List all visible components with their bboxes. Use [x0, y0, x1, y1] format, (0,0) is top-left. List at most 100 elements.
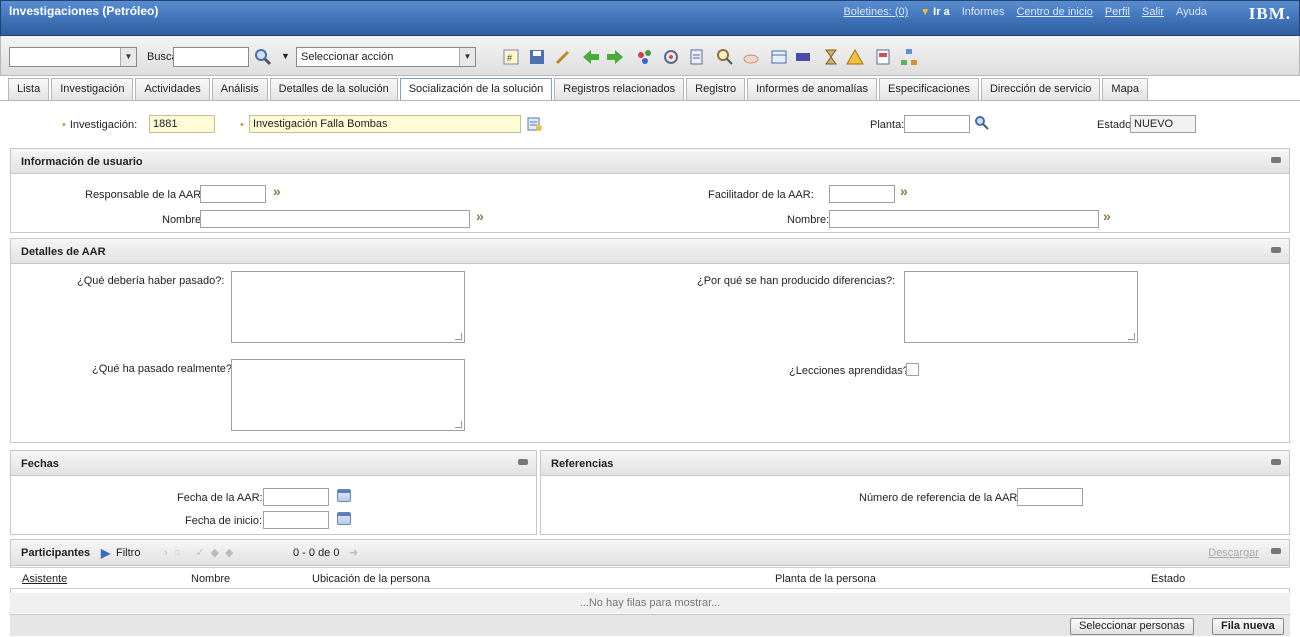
filter-arrow-icon[interactable]: ▶ — [101, 546, 110, 560]
plant-field[interactable] — [904, 115, 970, 133]
tab-informes-anomalias[interactable]: Informes de anomalías — [747, 78, 877, 100]
tab-actividades[interactable]: Actividades — [135, 78, 210, 100]
facilitator-field[interactable] — [829, 185, 895, 203]
aar-date-field[interactable] — [263, 488, 329, 506]
grid-icon[interactable] — [769, 47, 789, 67]
toolbar: ▼ Buscar: ▼ Seleccionar acción ▼ # — [0, 36, 1300, 76]
collapse-icon[interactable] — [1271, 548, 1281, 554]
tab-analisis[interactable]: Análisis — [211, 78, 268, 100]
report-icon[interactable] — [687, 47, 707, 67]
search-input[interactable] — [173, 47, 249, 67]
dates-title: Fechas — [21, 458, 59, 470]
calendar-icon[interactable] — [337, 512, 351, 525]
query-select[interactable]: ▼ — [9, 47, 137, 67]
participants-title: Participantes — [21, 547, 91, 559]
participants-header: Participantes ▶ Filtro ›○ ✓◆◆ 0 - 0 de 0… — [11, 540, 1289, 566]
next-record-icon[interactable] — [605, 47, 625, 67]
workflow-icon[interactable] — [635, 47, 655, 67]
facilitator-label: Facilitador de la AAR: — [708, 189, 814, 201]
investigation-field[interactable]: 1881 — [149, 115, 215, 133]
attachment-icon[interactable] — [741, 47, 761, 67]
tab-registro[interactable]: Registro — [686, 78, 746, 100]
new-record-icon[interactable]: # — [501, 47, 521, 67]
action-select[interactable]: Seleccionar acción ▼ — [296, 47, 476, 67]
hierarchy-icon[interactable] — [899, 47, 919, 67]
logout-link[interactable]: Salir — [1142, 6, 1164, 18]
goto-label: Ir a — [933, 6, 950, 18]
detail-menu-icon[interactable]: » — [1103, 208, 1111, 224]
aar-date-label: Fecha de la AAR: — [177, 492, 263, 504]
responsible-name-field[interactable] — [200, 210, 470, 228]
filter-label[interactable]: Filtro — [116, 547, 140, 559]
description-field[interactable]: Investigación Falla Bombas — [249, 115, 521, 133]
actually-happened-textarea[interactable] — [231, 359, 465, 431]
differences-textarea[interactable] — [904, 271, 1138, 343]
responsible-field[interactable] — [200, 185, 266, 203]
detail-menu-icon[interactable]: » — [273, 183, 281, 199]
long-description-icon[interactable] — [527, 116, 543, 132]
column-status[interactable]: Estado — [1151, 573, 1185, 585]
barcode-icon[interactable] — [793, 47, 813, 67]
tab-investigacion[interactable]: Investigación — [51, 78, 134, 100]
status-field: NUEVO — [1130, 115, 1196, 133]
profile-link[interactable]: Perfil — [1105, 6, 1130, 18]
goto-menu[interactable]: ▼ Ir a — [920, 6, 949, 18]
column-attendee[interactable]: Asistente — [22, 573, 67, 585]
tab-detalles-solucion[interactable]: Detalles de la solución — [269, 78, 398, 100]
detail-menu-icon[interactable]: » — [476, 208, 484, 224]
app-title: Investigaciones (Petróleo) — [9, 4, 159, 18]
dates-header[interactable]: Fechas — [11, 451, 536, 476]
column-person-location[interactable]: Ubicación de la persona — [312, 573, 430, 585]
lessons-learned-label: ¿Lecciones aprendidas? — [789, 365, 909, 377]
zoom-icon[interactable] — [715, 47, 735, 67]
collapse-icon[interactable] — [1271, 459, 1281, 465]
svg-text:#: # — [507, 53, 512, 63]
bulletins-link[interactable]: Boletines: (0) — [843, 6, 908, 18]
empty-table-message: ...No hay filas para mostrar... — [10, 593, 1290, 613]
aar-details-section: Detalles de AAR ¿Qué debería haber pasad… — [10, 238, 1290, 443]
save-icon[interactable] — [527, 47, 547, 67]
detail-menu-icon[interactable]: » — [900, 183, 908, 199]
collapse-icon[interactable] — [1271, 157, 1281, 163]
top-links: Boletines: (0) ▼ Ir a Informes Centro de … — [843, 6, 1207, 18]
differences-label: ¿Por qué se han producido diferencias?: — [697, 275, 896, 287]
should-have-happened-textarea[interactable] — [231, 271, 465, 343]
warning-icon[interactable] — [845, 47, 865, 67]
lessons-learned-checkbox[interactable] — [906, 363, 919, 376]
aar-details-header[interactable]: Detalles de AAR — [11, 239, 1289, 264]
calendar-icon[interactable] — [337, 489, 351, 502]
column-name[interactable]: Nombre — [191, 573, 230, 585]
plant-search-icon[interactable] — [974, 115, 990, 131]
references-header[interactable]: Referencias — [541, 451, 1289, 476]
column-person-plant[interactable]: Planta de la persona — [775, 573, 876, 585]
description-required-mark — [240, 119, 248, 131]
search-options-icon[interactable]: ▼ — [281, 51, 290, 61]
download-link[interactable]: Descargar — [1208, 547, 1259, 559]
tab-direccion-servicio[interactable]: Dirección de servicio — [980, 78, 1101, 100]
route-icon[interactable] — [661, 47, 681, 67]
new-row-button[interactable]: Fila nueva — [1212, 618, 1284, 635]
select-people-button[interactable]: Seleccionar personas — [1070, 618, 1194, 635]
reports-link[interactable]: Informes — [962, 6, 1005, 18]
tab-mapa[interactable]: Mapa — [1102, 78, 1148, 100]
reference-number-field[interactable] — [1017, 488, 1083, 506]
document-icon[interactable] — [873, 47, 893, 67]
tab-especificaciones[interactable]: Especificaciones — [879, 78, 979, 100]
collapse-icon[interactable] — [518, 459, 528, 465]
tab-registros-relacionados[interactable]: Registros relacionados — [554, 78, 685, 100]
hourglass-icon[interactable] — [821, 47, 841, 67]
facilitator-name-field[interactable] — [829, 210, 1099, 228]
tab-lista[interactable]: Lista — [8, 78, 50, 100]
dates-section: Fechas Fecha de la AAR: Fecha de inicio: — [10, 450, 537, 535]
search-icon[interactable] — [253, 47, 273, 67]
tab-bar: Lista Investigación Actividades Análisis… — [8, 78, 1150, 101]
tab-socializacion-solucion[interactable]: Socialización de la solución — [399, 78, 553, 101]
edit-icon[interactable] — [553, 47, 573, 67]
start-date-field[interactable] — [263, 511, 329, 529]
previous-record-icon[interactable] — [581, 47, 601, 67]
responsible-name-label: Nombre: — [162, 214, 205, 226]
help-link[interactable]: Ayuda — [1176, 6, 1207, 18]
start-center-link[interactable]: Centro de inicio — [1016, 6, 1092, 18]
user-info-header[interactable]: Información de usuario — [11, 149, 1289, 174]
collapse-icon[interactable] — [1271, 247, 1281, 253]
